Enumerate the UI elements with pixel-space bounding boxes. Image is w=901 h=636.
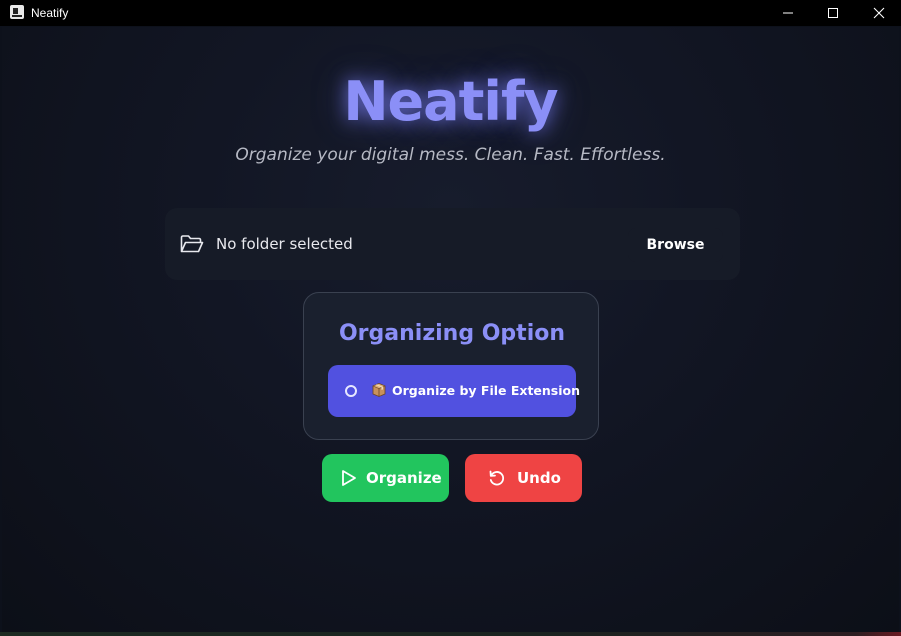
organizing-options-card: Organizing Option Organize by File Exten… bbox=[303, 292, 599, 440]
maximize-button[interactable] bbox=[810, 0, 856, 26]
folder-open-icon bbox=[180, 235, 204, 253]
app-title: Neatify bbox=[343, 70, 558, 133]
close-icon bbox=[873, 7, 885, 19]
maximize-icon bbox=[828, 8, 838, 18]
bottom-edge bbox=[0, 632, 901, 636]
undo-button[interactable]: Undo bbox=[465, 454, 582, 502]
options-title: Organizing Option bbox=[338, 321, 566, 346]
undo-label: Undo bbox=[517, 469, 561, 487]
folder-status: No folder selected bbox=[216, 235, 353, 253]
undo-icon bbox=[489, 470, 505, 486]
organize-button[interactable]: Organize bbox=[322, 454, 449, 502]
app-icon bbox=[10, 5, 24, 19]
option-file-extension[interactable]: Organize by File Extension bbox=[328, 365, 580, 417]
app-window: Neatify Neatify Organize your digital me… bbox=[0, 0, 901, 636]
option-radio[interactable] bbox=[345, 385, 357, 397]
option-label: Organize by File Extension bbox=[392, 383, 581, 398]
close-button[interactable] bbox=[856, 0, 901, 26]
folder-bar: No folder selected Browse bbox=[165, 208, 740, 280]
tagline: Organize your digital mess. Clean. Fast.… bbox=[235, 145, 666, 165]
organize-label: Organize bbox=[366, 469, 442, 487]
title-bar: Neatify bbox=[0, 0, 901, 26]
minimize-icon bbox=[783, 12, 793, 14]
window-title: Neatify bbox=[31, 6, 69, 20]
browse-button[interactable]: Browse bbox=[628, 228, 723, 262]
package-icon bbox=[372, 383, 386, 397]
play-icon bbox=[342, 470, 356, 486]
minimize-button[interactable] bbox=[765, 0, 811, 26]
